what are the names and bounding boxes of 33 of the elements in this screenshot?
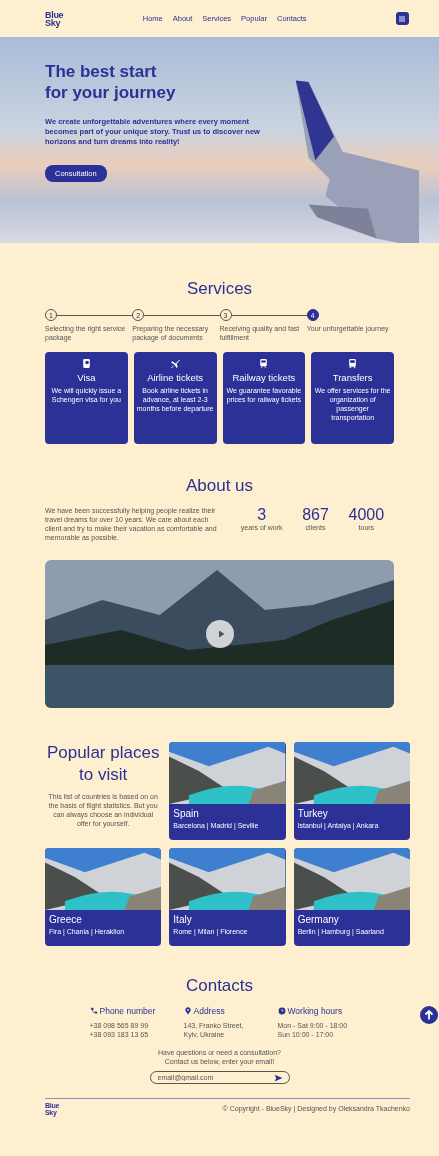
send-icon[interactable]: [273, 1073, 283, 1082]
place-name: Turkey: [297, 808, 329, 819]
contact-heading: Address: [193, 1006, 225, 1016]
menu-button[interactable]: [396, 12, 409, 25]
logo[interactable]: Blue Sky: [45, 10, 64, 27]
place-name: Greece: [49, 914, 83, 925]
card-title: Visa: [77, 372, 96, 383]
location-pin-icon: [183, 1007, 192, 1015]
bus-icon: [347, 358, 359, 369]
card-title: Transfers: [332, 372, 373, 383]
clock-icon: [277, 1007, 286, 1015]
arrow-up-icon: [423, 1009, 435, 1021]
section-title: Contacts: [185, 976, 254, 996]
place-name: Germany: [297, 914, 340, 925]
section-title: Services: [185, 279, 254, 299]
place-name: Spain: [173, 808, 200, 819]
contact-heading: Phone number: [99, 1006, 156, 1016]
phone-icon: [89, 1007, 98, 1015]
menu-icon: [398, 14, 407, 23]
place-name: Italy: [173, 914, 193, 925]
hero-title: The best start for your journey: [45, 61, 177, 103]
scroll-top-button[interactable]: [420, 1006, 438, 1024]
section-title: About us: [184, 476, 255, 496]
stat-value: 4000: [348, 506, 385, 524]
section-title: Popular places to visit: [46, 742, 160, 786]
stat-value: 867: [302, 506, 329, 524]
card-title: Airline tickets: [147, 372, 204, 383]
train-icon: [258, 358, 270, 369]
card-title: Railway tickets: [232, 372, 296, 383]
airplane-icon: [169, 358, 181, 369]
contact-heading: Working hours: [287, 1006, 343, 1016]
passport-icon: [80, 358, 92, 369]
stat-value: 3: [257, 506, 267, 524]
